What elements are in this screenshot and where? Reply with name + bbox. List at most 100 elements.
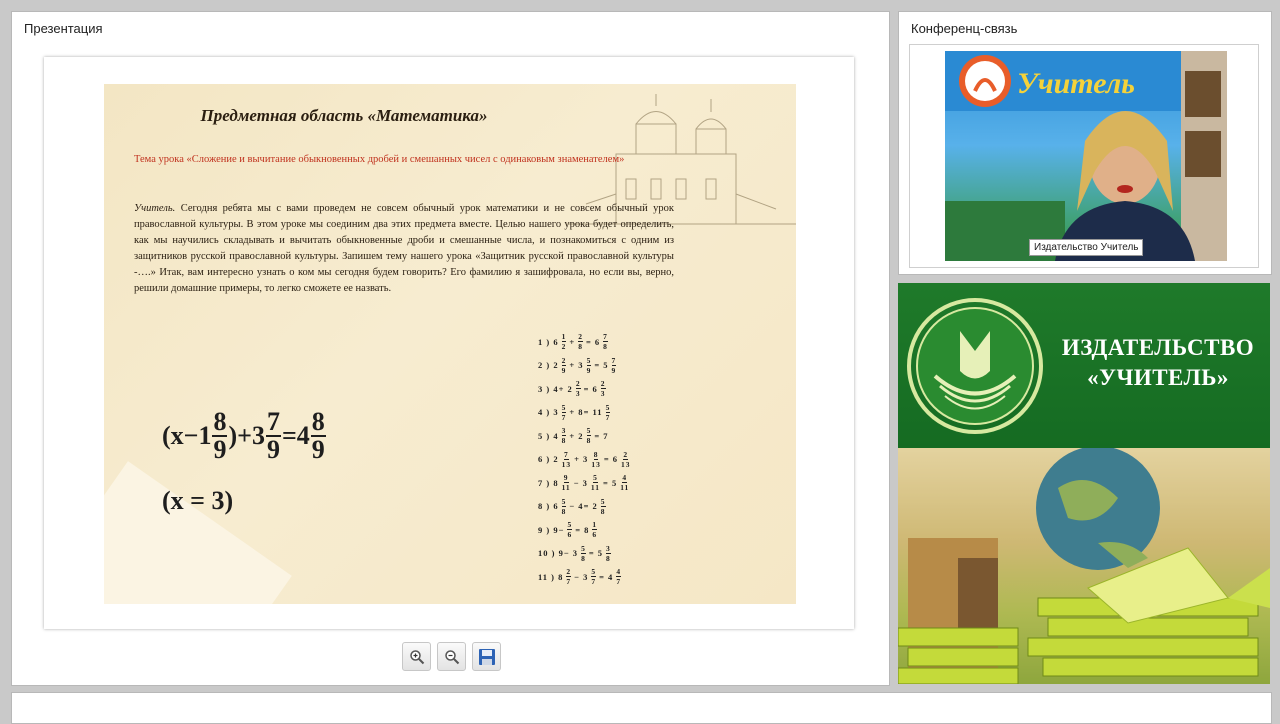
publisher-name-line1: ИЗДАТЕЛЬСТВО — [1061, 335, 1255, 360]
example-text: − 3 — [573, 477, 588, 488]
equation-fraction: 89 — [212, 407, 228, 464]
example-text: 8 ) 6 — [538, 501, 559, 512]
slide: Предметная область «Математика» Тема уро… — [104, 84, 796, 604]
example-fraction: 57 — [591, 567, 597, 587]
example-text: + 2 — [569, 430, 584, 441]
example-fraction: 79 — [611, 355, 617, 375]
example-fraction: 27 — [566, 567, 572, 587]
publisher-logo-icon — [907, 298, 1043, 434]
example-text: = 6 — [583, 383, 598, 394]
example-row: 2 ) 2 2 9 + 3 5 9 = 579 — [538, 354, 748, 378]
slide-title: Предметная область «Математика» — [200, 106, 488, 125]
example-fraction: 57 — [561, 402, 567, 422]
presentation-panel-title: Презентация — [24, 21, 103, 36]
example-text: + 3 — [574, 454, 589, 465]
equation-fraction: 89 — [310, 407, 326, 464]
example-text: 6 ) 2 — [538, 454, 559, 465]
example-fraction: 59 — [586, 355, 592, 375]
example-fraction: 58 — [586, 426, 592, 446]
example-text: = 5 — [594, 360, 609, 371]
example-text: − 4 — [569, 501, 584, 512]
books-illustration — [898, 448, 1270, 684]
example-text: 9 ) 9 — [538, 524, 559, 535]
video-backdrop-text: Учитель — [1017, 67, 1135, 100]
example-fraction: 28 — [578, 332, 583, 352]
example-text: 11 ) 8 — [538, 571, 564, 582]
example-fraction: 2 13 — [621, 449, 631, 469]
conference-panel: Конференц-связь Учитель Издательство Учи… — [898, 11, 1272, 275]
video-container: Учитель Издательство Учитель — [909, 44, 1259, 268]
publisher-banner: ИЗДАТЕЛЬСТВО «УЧИТЕЛЬ» — [898, 283, 1270, 448]
example-fraction: 38 — [561, 426, 567, 446]
slide-toolbar — [402, 642, 501, 671]
example-text: = 6 — [585, 336, 601, 347]
example-row: 10 ) 9− 3 5 8 = 538 — [538, 542, 748, 566]
example-row: 5 ) 4 3 8 + 2 5 8 = 7 — [538, 424, 748, 448]
example-text: 7 ) 8 — [538, 477, 559, 488]
save-button[interactable] — [472, 642, 501, 671]
example-text: = 8 — [575, 524, 590, 535]
example-fraction: 38 — [606, 543, 611, 563]
example-row: 6 ) 2 7 13 + 3 8 13 = 6 2 13 — [538, 448, 748, 472]
video-feed[interactable]: Учитель Издательство Учитель — [945, 51, 1227, 261]
slide-corner-decoration — [104, 461, 292, 604]
zoom-in-icon — [409, 649, 424, 664]
example-fraction: 29 — [561, 355, 567, 375]
example-fraction: 78 — [603, 332, 608, 352]
example-fraction: 9 11 — [561, 473, 571, 493]
zoom-out-icon — [444, 649, 459, 664]
example-text: − 3 — [563, 548, 579, 559]
example-text: 2 ) 2 — [538, 360, 559, 371]
lesson-topic: Тема урока «Сложение и вычитание обыкнов… — [134, 154, 625, 165]
example-text: = 4 — [599, 571, 614, 582]
main-equation: (x−1 89 )+3 79 =4 89 — [162, 409, 327, 463]
example-text: = 6 — [603, 454, 619, 465]
example-fraction: 58 — [561, 496, 567, 516]
presentation-panel: Презентация Предметная область «Математи… — [11, 11, 890, 686]
example-row: 7 ) 8 9 11− 3 5 11 = 5 4 11 — [538, 471, 748, 495]
example-fraction: 5 11 — [590, 473, 600, 493]
equation-answer: (x = 3) — [162, 486, 234, 515]
example-row: 9 ) 9−5 6 = 816 — [538, 518, 748, 542]
example-fraction: 57 — [605, 402, 611, 422]
example-fraction: 23 — [575, 379, 581, 399]
example-fraction: 58 — [600, 496, 606, 516]
teacher-label: Учитель. — [134, 203, 176, 214]
teacher-text: Учитель. Сегодня ребята мы с вами провед… — [134, 201, 674, 297]
example-text: 4 ) 3 — [538, 407, 559, 418]
example-text: + 3 — [569, 360, 584, 371]
save-icon — [478, 648, 495, 665]
video-caption: Издательство Учитель — [1029, 239, 1144, 256]
example-text: = 11 — [583, 407, 603, 418]
example-fraction: 23 — [600, 379, 606, 399]
example-fraction: 4 11 — [620, 473, 630, 493]
example-text: 5 ) 4 — [538, 430, 559, 441]
equation-part: )+3 — [228, 421, 265, 450]
publisher-name: ИЗДАТЕЛЬСТВО «УЧИТЕЛЬ» — [1048, 333, 1268, 393]
example-text: + — [569, 336, 576, 347]
example-text: − — [558, 524, 565, 535]
teacher-paragraph: Сегодня ребята мы с вами проведем не сов… — [134, 203, 674, 294]
video-frame-illustration: Учитель — [945, 51, 1227, 261]
example-row: 11 ) 8 2 7− 3 5 7 = 447 — [538, 565, 748, 589]
bottom-bar — [11, 692, 1272, 724]
example-text: + 8 — [569, 407, 584, 418]
example-text: = 7 — [594, 430, 609, 441]
example-text: = 2 — [583, 501, 598, 512]
example-text: = 5 — [603, 477, 618, 488]
example-fraction: 16 — [592, 520, 598, 540]
example-text: = 5 — [588, 548, 604, 559]
example-text: 1 ) 6 — [538, 336, 559, 347]
example-row: 8 ) 6 5 8− 4 = 258 — [538, 495, 748, 519]
example-row: 4 ) 3 5 7 + 8 = 11 5 7 — [538, 401, 748, 425]
zoom-in-button[interactable] — [402, 642, 431, 671]
example-fraction: 7 13 — [561, 449, 572, 469]
example-fraction: 47 — [616, 567, 622, 587]
zoom-out-button[interactable] — [437, 642, 466, 671]
slide-viewer[interactable]: Предметная область «Математика» Тема уро… — [44, 57, 854, 629]
example-text: + 2 — [558, 383, 573, 394]
equation-part: (x−1 — [162, 421, 212, 450]
example-fraction: 58 — [581, 543, 586, 563]
example-fraction: 8 13 — [591, 449, 601, 469]
example-row: 3 ) 4 + 2 2 3 = 623 — [538, 377, 748, 401]
